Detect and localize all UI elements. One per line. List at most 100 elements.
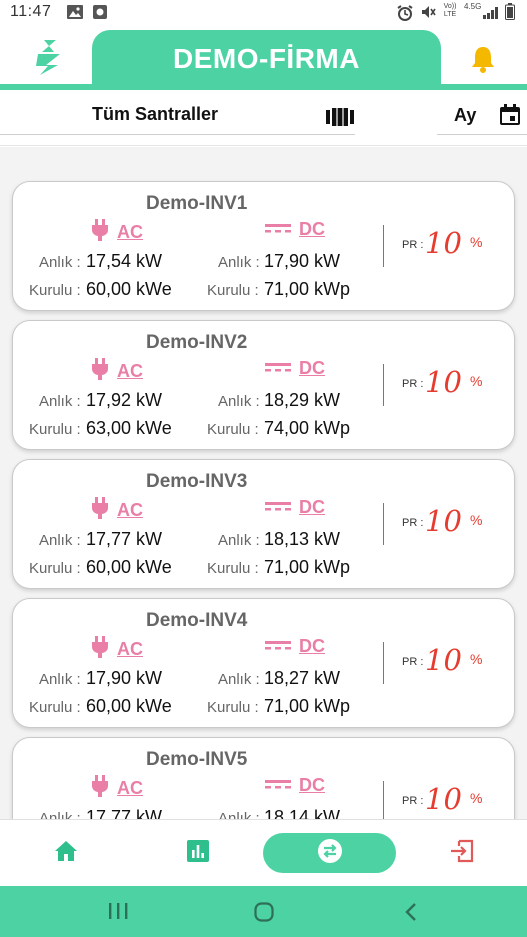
dc-installed-value: 71,00 kWp xyxy=(264,557,351,577)
inverter-card[interactable]: Demo-INV3 AC DC Anlık : 17,77 kW Anlık:… xyxy=(12,459,515,589)
inverter-card[interactable]: Demo-INV4 AC DC Anlık : 17,90 kW Anlık:… xyxy=(12,598,515,728)
period-selector[interactable]: Ay xyxy=(437,95,527,135)
ac-instant-value: 17,77 kW xyxy=(86,529,163,549)
ac-header: AC xyxy=(91,219,143,246)
page-title: DEMO-FİRMA xyxy=(173,43,360,74)
solar-panel-icon xyxy=(326,108,354,131)
plant-selector[interactable]: Tüm Santraller xyxy=(0,95,355,135)
battery-icon xyxy=(505,3,515,25)
dc-instant-label: Anlık : xyxy=(218,532,260,549)
ac-label: AC xyxy=(117,500,143,520)
pr-percent-sign: % xyxy=(470,373,483,389)
company-title-tab: DEMO-FİRMA xyxy=(92,30,441,88)
transfer-icon xyxy=(317,838,343,869)
network-type-label: 4.5G xyxy=(464,2,482,11)
inverter-name: Demo-INV2 xyxy=(146,332,248,353)
back-icon[interactable] xyxy=(404,902,418,927)
inverter-name: Demo-INV1 xyxy=(146,193,248,214)
ac-instant-label: Anlık : xyxy=(39,671,81,688)
ac-instant-value: 17,92 kW xyxy=(86,390,163,410)
ac-instant-label: Anlık : xyxy=(39,393,81,410)
bell-icon[interactable] xyxy=(468,44,498,79)
period-selector-label: Ay xyxy=(454,105,477,125)
ac-instant-value: 17,54 kW xyxy=(86,251,163,271)
status-bar: 11:47 Vo)) LTE 4.5G xyxy=(0,0,527,26)
card-divider xyxy=(383,225,384,267)
home-button-icon[interactable] xyxy=(254,902,274,927)
ac-installed-value: 60,00 kWe xyxy=(86,279,172,299)
plug-icon xyxy=(91,775,109,802)
inverter-name: Demo-INV4 xyxy=(146,610,248,631)
plug-icon xyxy=(91,636,109,663)
gallery-icon xyxy=(66,4,84,25)
dc-installed-label: Kurulu : xyxy=(207,560,259,577)
dc-current-icon xyxy=(265,221,291,239)
plug-icon xyxy=(91,497,109,524)
inverter-card[interactable]: Demo-INV1 AC DC Anlık : 17,54 kW Anlık:… xyxy=(12,181,515,311)
ac-header: AC xyxy=(91,775,143,802)
pr-label: PR : xyxy=(402,795,424,807)
ac-instant-label: Anlık : xyxy=(39,254,81,271)
nav-transfer[interactable] xyxy=(263,833,396,873)
inverter-card[interactable]: Demo-INV2 AC DC Anlık : 17,92 kW Anlık:… xyxy=(12,320,515,450)
pr-value: 10 xyxy=(425,504,462,538)
signal-icon xyxy=(483,6,499,24)
dc-instant-label: Anlık : xyxy=(218,254,260,271)
alarm-icon xyxy=(396,4,414,27)
plant-selector-label: Tüm Santraller xyxy=(92,104,219,124)
inverter-name: Demo-INV5 xyxy=(146,749,248,770)
dc-instant-value: 17,90 kW xyxy=(264,251,341,271)
ac-label: AC xyxy=(117,639,143,659)
logout-icon xyxy=(449,839,475,868)
dc-installed-label: Kurulu : xyxy=(207,699,259,716)
dc-header: DC xyxy=(265,497,325,518)
pr-percent-sign: % xyxy=(470,790,483,806)
dc-current-icon xyxy=(265,360,291,378)
status-time: 11:47 xyxy=(10,3,52,20)
ac-installed-label: Kurulu : xyxy=(29,699,81,716)
nav-logout[interactable] xyxy=(396,820,527,887)
pr-label: PR : xyxy=(402,378,424,390)
dc-current-icon xyxy=(265,777,291,795)
plug-icon xyxy=(91,358,109,385)
dc-instant-value: 18,14 kW xyxy=(264,807,341,819)
nav-statistics[interactable] xyxy=(132,820,263,887)
system-nav-bar xyxy=(0,886,527,937)
pr-value: 10 xyxy=(425,226,462,260)
bolt-logo-icon[interactable] xyxy=(30,38,68,81)
pr-value: 10 xyxy=(425,643,462,677)
pr-value: 10 xyxy=(425,365,462,399)
pr-label: PR : xyxy=(402,239,424,251)
ac-instant-value: 17,77 kW xyxy=(86,807,163,819)
calendar-icon xyxy=(498,103,522,132)
ac-header: AC xyxy=(91,636,143,663)
pr-value: 10 xyxy=(425,782,462,816)
dc-instant-value: 18,29 kW xyxy=(264,390,341,410)
card-divider xyxy=(383,642,384,684)
dc-installed-value: 71,00 kWp xyxy=(264,279,351,299)
dc-instant-label: Anlık : xyxy=(218,393,260,410)
ac-installed-label: Kurulu : xyxy=(29,560,81,577)
dc-label: DC xyxy=(299,636,325,656)
dc-label: DC xyxy=(299,219,325,239)
dc-label: DC xyxy=(299,775,325,795)
inverter-name: Demo-INV3 xyxy=(146,471,248,492)
app-notification-icon xyxy=(92,4,108,25)
recent-apps-icon[interactable] xyxy=(108,902,128,925)
dc-current-icon xyxy=(265,499,291,517)
inverter-list[interactable]: Demo-INV1 AC DC Anlık : 17,54 kW Anlık:… xyxy=(0,147,527,819)
dc-installed-value: 74,00 kWp xyxy=(264,418,351,438)
ac-label: AC xyxy=(117,778,143,798)
ac-installed-value: 60,00 kWe xyxy=(86,696,172,716)
pr-percent-sign: % xyxy=(470,512,483,528)
dc-label: DC xyxy=(299,497,325,517)
pr-percent-sign: % xyxy=(470,234,483,250)
dc-header: DC xyxy=(265,636,325,657)
volte-icon: Vo)) LTE xyxy=(443,3,457,18)
nav-home[interactable] xyxy=(0,820,132,887)
dc-header: DC xyxy=(265,775,325,796)
inverter-card[interactable]: Demo-INV5 AC DC Anlık : 17,77 kW Anlık:… xyxy=(12,737,515,819)
mute-icon xyxy=(420,4,436,25)
pr-label: PR : xyxy=(402,517,424,529)
ac-installed-label: Kurulu : xyxy=(29,282,81,299)
